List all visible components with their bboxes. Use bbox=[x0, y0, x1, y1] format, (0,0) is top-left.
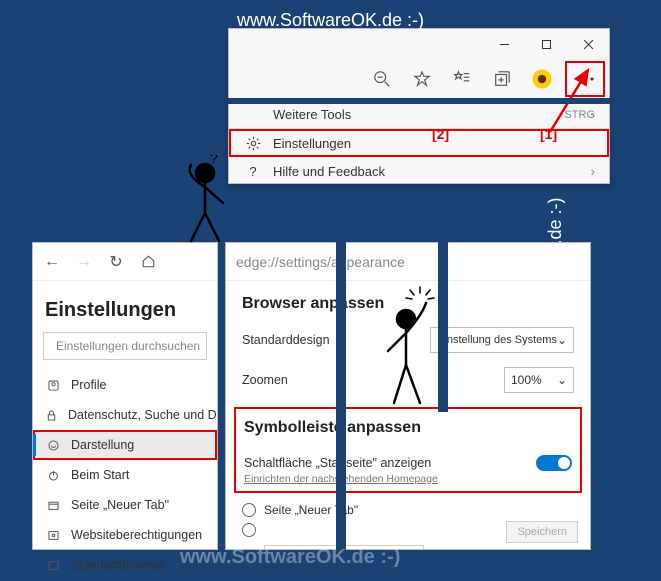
browser-icon bbox=[45, 559, 61, 572]
settings-search-input[interactable]: Einstellungen durchsuchen bbox=[43, 332, 207, 360]
help-icon: ? bbox=[243, 164, 263, 179]
sidebar-item-privacy[interactable]: Datenschutz, Suche und Dienste bbox=[33, 400, 217, 430]
sidebar-item-label: Seite „Neuer Tab" bbox=[71, 498, 169, 512]
radio-newtab-row[interactable]: Seite „Neuer Tab" bbox=[242, 503, 574, 517]
sidebar-item-label: Standardbrowser bbox=[71, 558, 166, 572]
minimize-button[interactable] bbox=[483, 29, 525, 59]
save-button[interactable]: Speichern bbox=[506, 521, 578, 543]
sidebar-title: Einstellungen bbox=[33, 281, 217, 332]
power-icon bbox=[45, 469, 61, 482]
stick-figure-thinking: ? bbox=[165, 155, 245, 255]
menu-label: Hilfe und Feedback bbox=[273, 164, 385, 179]
menu-label: Weitere Tools bbox=[273, 107, 351, 122]
zoom-out-icon[interactable] bbox=[365, 62, 399, 96]
permissions-icon bbox=[45, 529, 61, 542]
gear-icon bbox=[243, 136, 263, 151]
watermark-top: www.SoftwareOK.de :-) bbox=[237, 10, 424, 31]
svg-text:?: ? bbox=[210, 155, 218, 166]
url-text: edge://settings/appearance bbox=[236, 254, 405, 270]
close-button[interactable] bbox=[567, 29, 609, 59]
titlebar bbox=[229, 29, 609, 59]
sidebar-item-newtab[interactable]: Seite „Neuer Tab" bbox=[33, 490, 217, 520]
back-icon[interactable]: ← bbox=[43, 253, 61, 271]
marker-2: [2] bbox=[432, 126, 449, 142]
menu-item-help[interactable]: ? Hilfe und Feedback › bbox=[229, 157, 609, 185]
zoom-dropdown[interactable]: 100% ⌄ bbox=[504, 367, 574, 393]
dropdown-value: 100% bbox=[511, 373, 542, 387]
sidebar-item-label: Datenschutz, Suche und Dienste bbox=[68, 408, 217, 422]
home-icon[interactable] bbox=[139, 254, 157, 269]
chevron-right-icon: › bbox=[591, 164, 595, 179]
favorite-star-icon[interactable] bbox=[405, 62, 439, 96]
dropdown-value: Einstellung des Systems bbox=[437, 334, 557, 346]
sidebar-item-appearance[interactable]: Darstellung bbox=[33, 430, 217, 460]
theme-dropdown[interactable]: Einstellung des Systems ⌄ bbox=[430, 327, 574, 353]
overlay-bar bbox=[336, 242, 346, 550]
favorites-list-icon[interactable] bbox=[445, 62, 479, 96]
sidebar-item-label: Darstellung bbox=[71, 438, 134, 452]
home-button-row: Schaltfläche „Startseite" anzeigen bbox=[244, 455, 572, 471]
marker-1: [1] bbox=[540, 126, 557, 142]
home-sub-link[interactable]: Einrichten der nachstehenden Homepage bbox=[244, 473, 572, 485]
chevron-down-icon: ⌄ bbox=[557, 333, 567, 347]
forward-icon: → bbox=[75, 253, 93, 271]
sidebar-item-label: Websiteberechtigungen bbox=[71, 528, 202, 542]
overlay-bar bbox=[228, 98, 610, 104]
watermark-bottom: www.SoftwareOK.de :-) bbox=[180, 546, 400, 569]
refresh-icon[interactable]: ↻ bbox=[107, 252, 125, 272]
address-bar[interactable]: edge://settings/appearance bbox=[226, 243, 590, 281]
sidebar-item-profile[interactable]: Profile bbox=[33, 370, 217, 400]
maximize-button[interactable] bbox=[525, 29, 567, 59]
chevron-down-icon: ⌄ bbox=[557, 373, 567, 387]
profile-icon bbox=[45, 379, 61, 392]
sidebar-item-label: Profile bbox=[71, 378, 106, 392]
tab-icon bbox=[45, 499, 61, 512]
sidebar-item-onstart[interactable]: Beim Start bbox=[33, 460, 217, 490]
search-placeholder: Einstellungen durchsuchen bbox=[56, 339, 200, 353]
radio-icon bbox=[242, 523, 256, 537]
theme-label: Standarddesign bbox=[242, 333, 330, 347]
radio-icon bbox=[242, 503, 256, 517]
home-button-toggle[interactable] bbox=[536, 455, 572, 471]
stick-figure-idea bbox=[370, 285, 450, 425]
sidebar-item-label: Beim Start bbox=[71, 468, 129, 482]
lock-icon bbox=[45, 409, 58, 422]
appearance-icon bbox=[45, 439, 61, 452]
zoom-label: Zoomen bbox=[242, 373, 288, 387]
settings-sidebar-panel: ← → ↻ Einstellungen Einstellungen durchs… bbox=[32, 242, 218, 550]
menu-label: Einstellungen bbox=[273, 136, 351, 151]
